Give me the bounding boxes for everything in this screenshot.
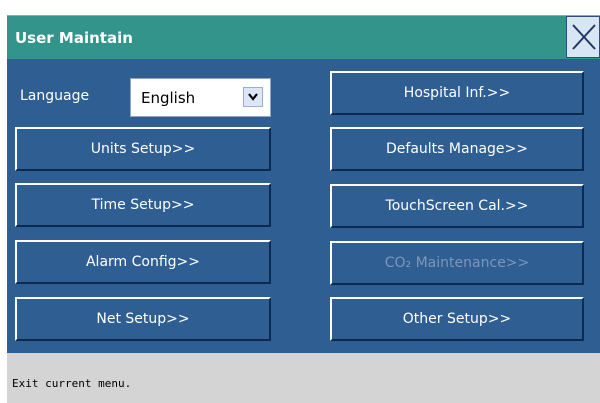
chevron-down-icon [248,93,258,101]
time-setup-button[interactable]: Time Setup>> [15,183,271,227]
other-setup-button[interactable]: Other Setup>> [330,297,584,341]
net-setup-button[interactable]: Net Setup>> [15,297,271,341]
status-bar: Exit current menu. [7,353,600,403]
touchscreen-cal-button[interactable]: TouchScreen Cal.>> [330,184,584,228]
title-bar: User Maintain [7,15,600,59]
window-title: User Maintain [15,29,133,47]
alarm-config-button[interactable]: Alarm Config>> [15,240,271,284]
co2-maintenance-button: CO₂ Maintenance>> [330,241,584,285]
language-select[interactable]: English [130,78,271,117]
language-value: English [141,89,196,107]
units-setup-button[interactable]: Units Setup>> [15,127,271,171]
close-button[interactable] [566,16,600,58]
defaults-manage-button[interactable]: Defaults Manage>> [330,127,584,171]
status-message: Exit current menu. [12,377,132,390]
language-dropdown-arrow[interactable] [243,87,263,107]
close-x-icon [572,24,596,50]
user-maintain-window: User Maintain Language English Units Set… [0,0,600,403]
hospital-info-button[interactable]: Hospital Inf.>> [330,71,584,115]
language-label: Language [20,88,90,104]
